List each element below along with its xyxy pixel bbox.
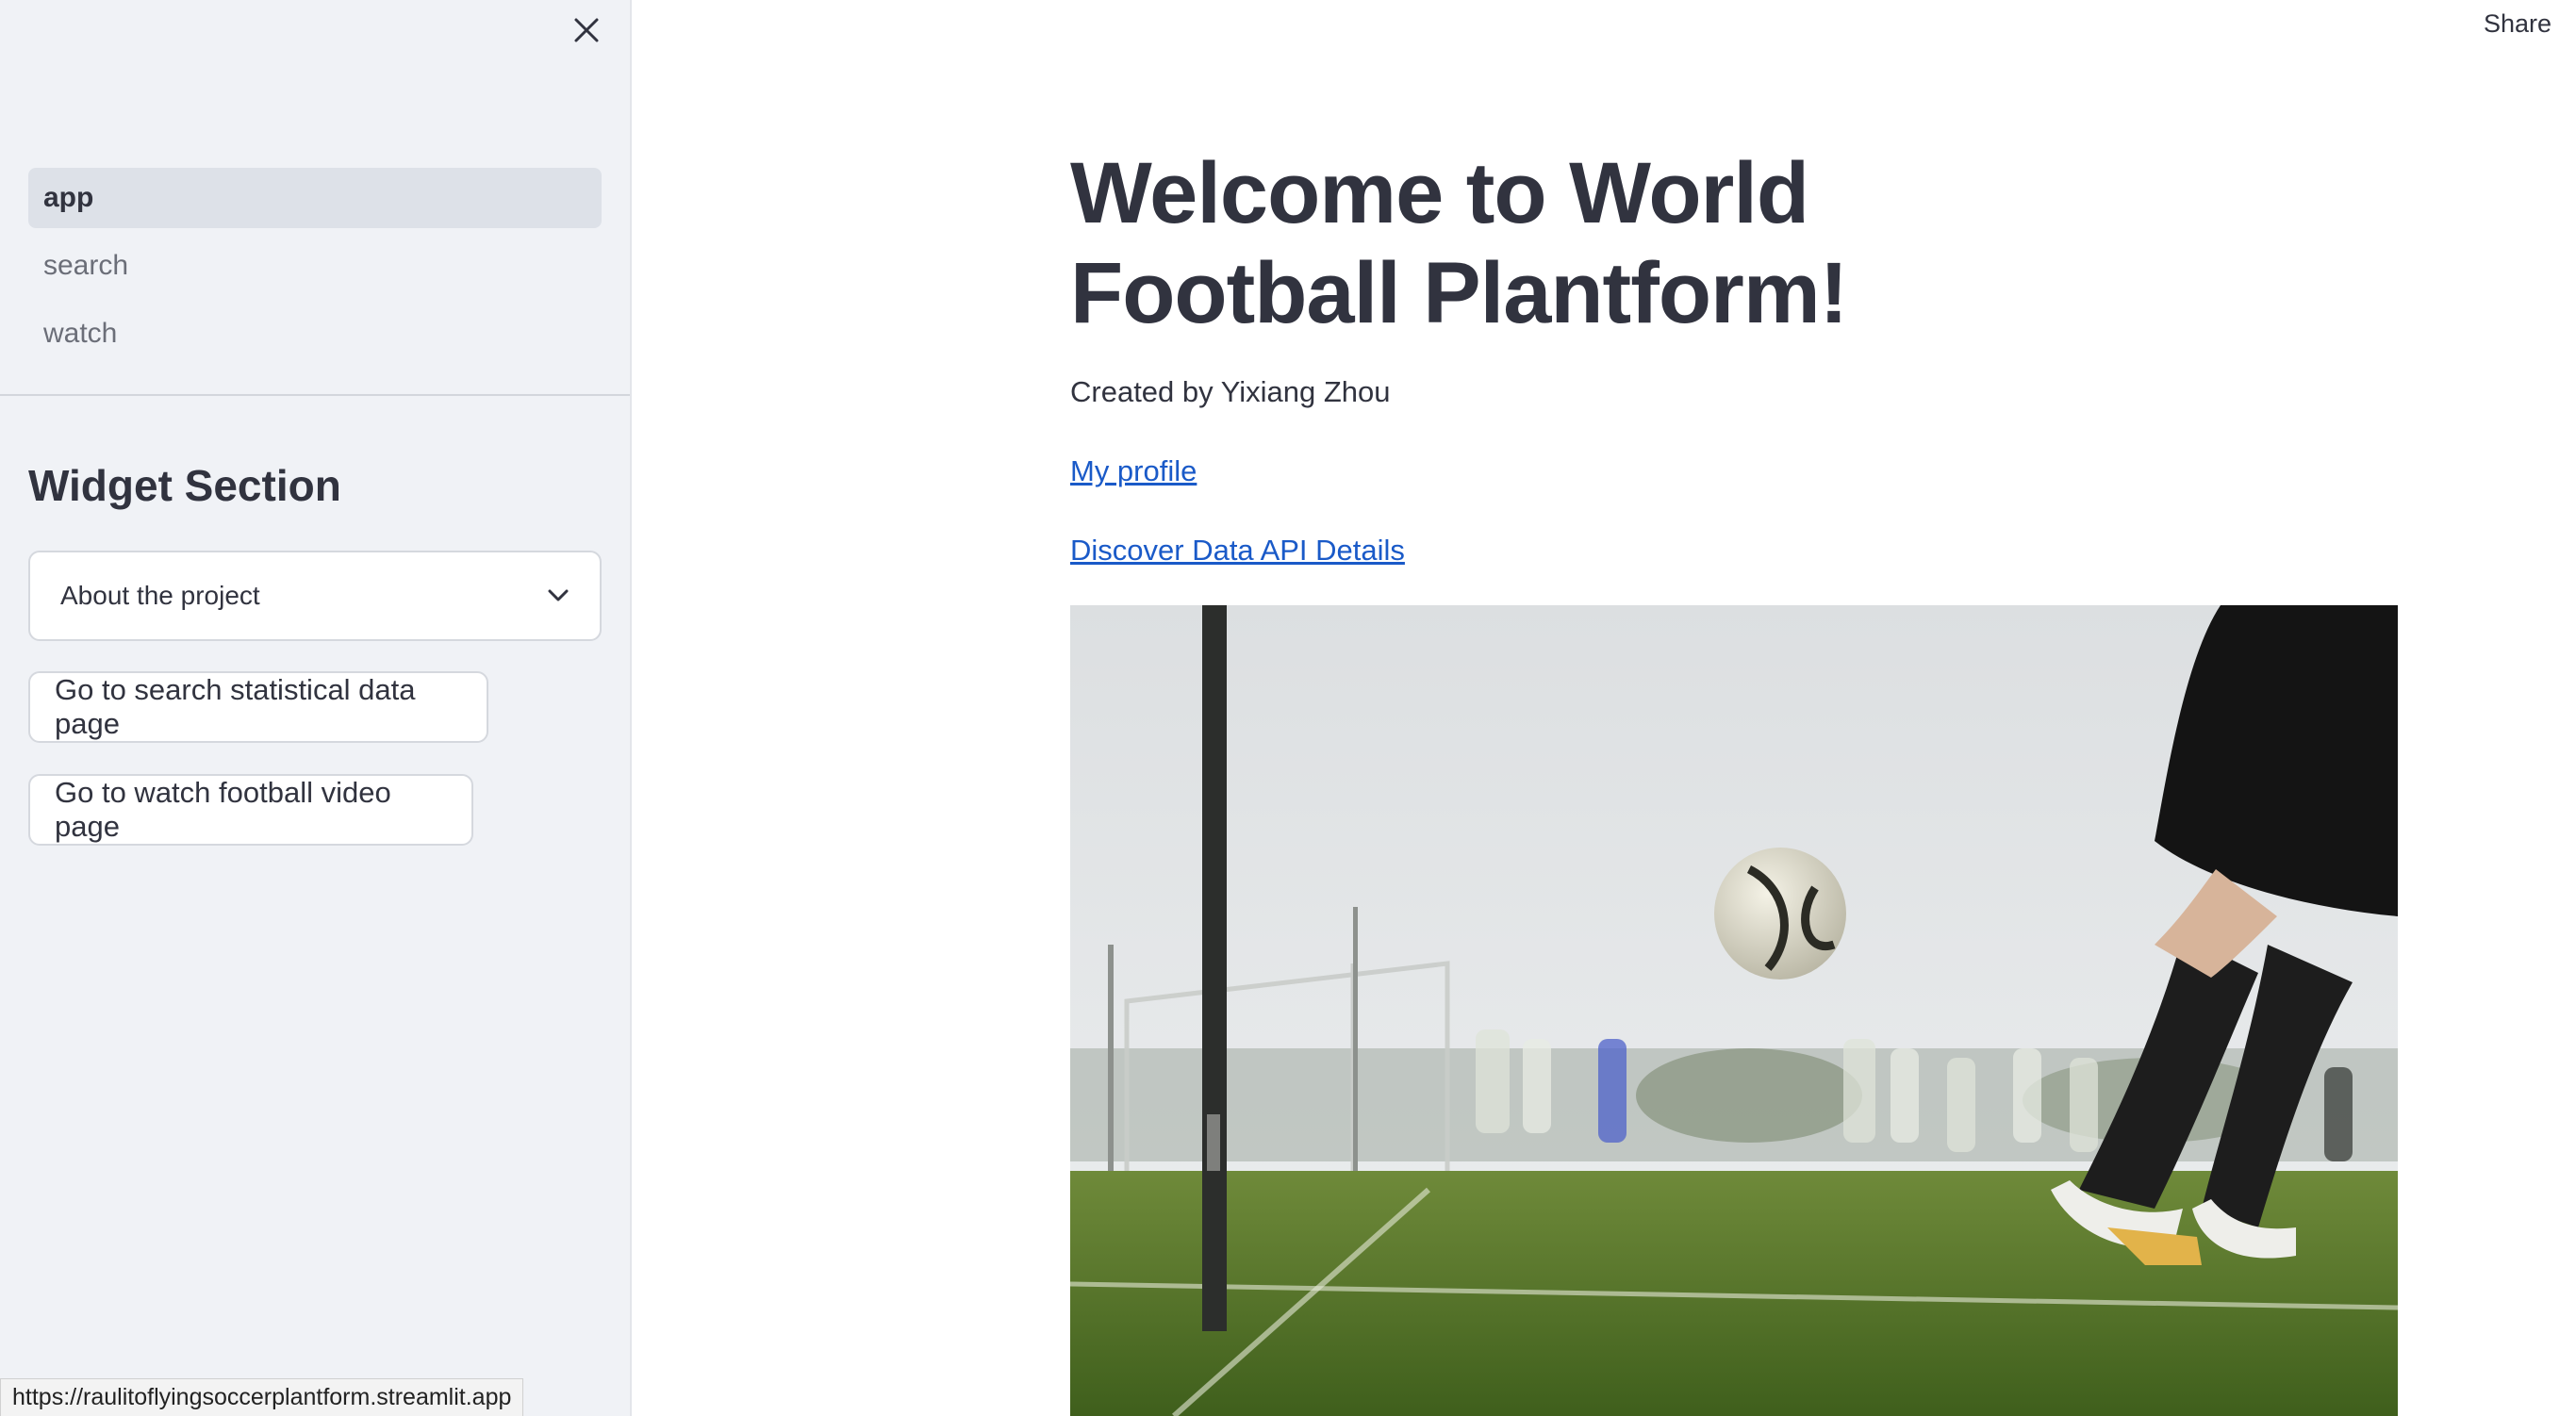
project-select[interactable]: About the project	[28, 551, 602, 641]
go-to-search-button[interactable]: Go to search statistical data page	[28, 671, 488, 743]
go-to-watch-button-label: Go to watch football video page	[55, 776, 391, 843]
status-bar-url: https://raulitoflyingsoccerplantform.str…	[0, 1378, 524, 1416]
widget-section-title: Widget Section	[28, 461, 341, 510]
project-select-value: About the project	[60, 581, 260, 610]
close-icon	[574, 18, 599, 42]
my-profile-link[interactable]: My profile	[1070, 454, 1197, 488]
football-kick-illustration	[1070, 605, 2398, 1416]
sidebar-item-label: search	[43, 250, 129, 281]
app-window: app search watch Widget Section About th…	[0, 0, 2576, 1416]
page-title: Welcome to World Football Plantform!	[1070, 145, 1848, 341]
sidebar-item-label: watch	[43, 318, 118, 349]
share-button[interactable]: Share	[2484, 9, 2551, 39]
sidebar-nav: app search watch	[28, 168, 602, 371]
go-to-watch-button[interactable]: Go to watch football video page	[28, 774, 473, 846]
created-by-text: Created by Yixiang Zhou	[1070, 375, 1391, 408]
go-to-search-button-label: Go to search statistical data page	[55, 673, 416, 740]
sidebar-item-app[interactable]: app	[28, 168, 602, 228]
close-sidebar-button[interactable]	[566, 9, 607, 51]
data-api-details-link[interactable]: Discover Data API Details	[1070, 534, 1405, 568]
hero-image	[1070, 605, 2398, 1416]
sidebar-item-watch[interactable]: watch	[28, 304, 602, 364]
sidebar: app search watch Widget Section About th…	[0, 0, 632, 1416]
sidebar-item-label: app	[43, 182, 94, 213]
chevron-down-icon	[548, 589, 569, 601]
sidebar-item-search[interactable]: search	[28, 236, 602, 296]
sidebar-divider	[0, 394, 630, 396]
